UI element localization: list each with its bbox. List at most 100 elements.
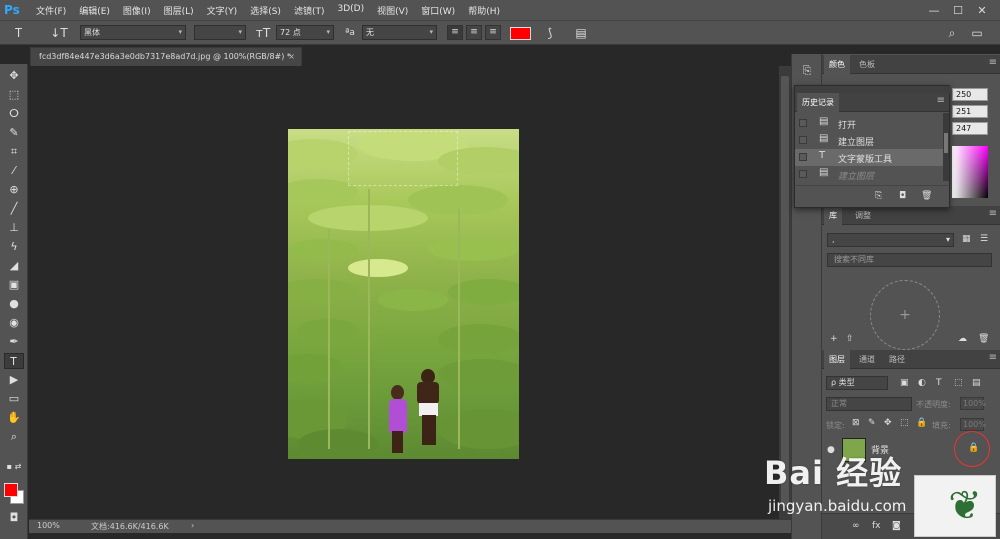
filter-pixel-icon[interactable]: ▣ <box>900 378 909 388</box>
menu-filter[interactable]: 滤镜(T) <box>294 4 325 17</box>
green-value-field[interactable]: 251 <box>952 105 988 118</box>
history-scrollbar[interactable] <box>943 113 949 181</box>
eraser-tool-icon[interactable]: ◢ <box>4 258 24 274</box>
history-item[interactable]: ▤ 建立图层 <box>795 132 943 149</box>
align-center-button[interactable]: ≡ <box>466 25 482 40</box>
filter-adjust-icon[interactable]: ◐ <box>918 378 926 388</box>
antialias-select[interactable]: 无 ▾ <box>362 25 437 40</box>
font-family-select[interactable]: 黑体 ▾ <box>80 25 186 40</box>
history-item[interactable]: ▤ 打开 <box>795 115 943 132</box>
close-window-button[interactable]: ✕ <box>970 4 994 17</box>
text-color-swatch[interactable] <box>510 27 531 40</box>
history-snapshot-checkbox[interactable] <box>799 119 807 127</box>
history-brush-tool-icon[interactable]: ϟ <box>4 239 24 255</box>
menu-layer[interactable]: 图层(L) <box>164 4 194 17</box>
path-selection-tool-icon[interactable]: ▶ <box>4 372 24 388</box>
grid-view-icon[interactable]: ▦ <box>962 234 971 244</box>
rectangle-tool-icon[interactable]: ▭ <box>4 391 24 407</box>
type-tool-preset-icon[interactable]: Ꭲ <box>10 25 28 41</box>
quick-select-tool-icon[interactable]: ✎ <box>4 125 24 141</box>
tab-layers[interactable]: 图层 <box>824 350 850 369</box>
filter-smart-icon[interactable]: ▤ <box>972 378 981 388</box>
history-panel-header[interactable] <box>795 86 951 93</box>
history-item-selected[interactable]: T 文字蒙版工具 <box>795 149 943 166</box>
blur-tool-icon[interactable]: ● <box>4 296 24 312</box>
tab-history[interactable]: 历史记录 <box>797 93 839 112</box>
character-panel-icon[interactable]: ▤ <box>572 25 590 41</box>
layer-filter-select[interactable]: ρ 类型 <box>826 376 888 390</box>
search-icon[interactable]: ⌕ <box>943 25 961 41</box>
tab-adjustments[interactable]: 调整 <box>850 206 876 225</box>
red-value-field[interactable]: 250 <box>952 88 988 101</box>
opacity-field[interactable]: 100% <box>960 397 986 410</box>
tab-swatches[interactable]: 色板 <box>854 55 880 74</box>
eyedropper-tool-icon[interactable]: ⁄ <box>4 163 24 179</box>
lock-artboard-icon[interactable]: ⬚ <box>900 418 909 428</box>
cloud-icon[interactable]: ☁ <box>958 334 967 344</box>
library-select[interactable]: , ▾ <box>827 233 954 247</box>
clone-stamp-tool-icon[interactable]: ⊥ <box>4 220 24 236</box>
brush-tool-icon[interactable]: ╱ <box>4 201 24 217</box>
list-view-icon[interactable]: ☰ <box>980 234 988 244</box>
tab-paths[interactable]: 路径 <box>884 350 910 369</box>
add-content-icon[interactable]: + <box>830 334 838 344</box>
library-search-input[interactable]: 搜索不同库 <box>827 253 992 267</box>
marquee-tool-icon[interactable]: ⬚ <box>4 87 24 103</box>
menu-select[interactable]: 选择(S) <box>250 4 281 17</box>
maximize-button[interactable]: ☐ <box>946 4 970 17</box>
tab-color[interactable]: 颜色 <box>824 55 850 74</box>
history-snapshot-checkbox[interactable] <box>799 136 807 144</box>
zoom-tool-icon[interactable]: ⌕ <box>4 429 24 445</box>
dodge-tool-icon[interactable]: ◉ <box>4 315 24 331</box>
font-size-select[interactable]: 72 点 ▾ <box>276 25 334 40</box>
menu-file[interactable]: 文件(F) <box>36 4 66 17</box>
menu-help[interactable]: 帮助(H) <box>468 4 500 17</box>
tab-channels[interactable]: 通道 <box>854 350 880 369</box>
healing-brush-tool-icon[interactable]: ⊕ <box>4 182 24 198</box>
panel-menu-icon[interactable]: ≡ <box>989 57 997 68</box>
delete-state-icon[interactable]: 🗑 <box>921 191 932 201</box>
document-image[interactable] <box>288 129 519 459</box>
library-add-icon[interactable]: + <box>870 280 940 350</box>
upload-icon[interactable]: ⇧ <box>846 334 854 344</box>
toggle-text-orientation-icon[interactable]: ↓T <box>50 25 68 41</box>
document-tab[interactable]: fcd3df84e447e3d6a3e0db7317e8ad7d.jpg @ 1… <box>30 47 302 66</box>
align-right-button[interactable]: ≡ <box>485 25 501 40</box>
workspace-icon[interactable]: ▭ <box>968 25 986 41</box>
hand-tool-icon[interactable]: ✋ <box>4 410 24 426</box>
crop-tool-icon[interactable]: ⌗ <box>4 144 24 160</box>
fill-field[interactable]: 100% <box>960 418 986 431</box>
foreground-color-swatch[interactable] <box>4 483 18 497</box>
blue-value-field[interactable]: 247 <box>952 122 988 135</box>
default-colors-icon[interactable]: ▪ ⇄ <box>4 461 24 473</box>
new-document-from-state-icon[interactable]: ⎘ <box>875 191 882 201</box>
history-snapshot-checkbox[interactable] <box>799 170 807 178</box>
lasso-tool-icon[interactable]: ⵔ <box>4 106 24 122</box>
history-item-undone[interactable]: ▤ 建立图层 <box>795 166 943 183</box>
lock-transparent-icon[interactable]: ⊠ <box>852 418 860 428</box>
minimize-button[interactable]: — <box>922 4 946 17</box>
menu-window[interactable]: 窗口(W) <box>421 4 455 17</box>
panel-menu-icon[interactable]: ≡ <box>937 95 945 106</box>
move-tool-icon[interactable]: ✥ <box>4 68 24 84</box>
status-arrow-icon[interactable]: › <box>191 521 194 530</box>
panel-menu-icon[interactable]: ≡ <box>989 208 997 219</box>
filter-type-icon[interactable]: T <box>936 378 942 388</box>
align-left-button[interactable]: ≡ <box>447 25 463 40</box>
type-mask-tool-icon[interactable]: Ꭲ <box>4 353 24 369</box>
history-panel-icon[interactable]: ⎘ <box>798 64 816 80</box>
tab-libraries[interactable]: 库 <box>824 206 842 225</box>
scrollbar-thumb[interactable] <box>944 133 948 153</box>
menu-type[interactable]: 文字(Y) <box>207 4 238 17</box>
pen-tool-icon[interactable]: ✒ <box>4 334 24 350</box>
menu-view[interactable]: 视图(V) <box>377 4 408 17</box>
menu-edit[interactable]: 编辑(E) <box>79 4 110 17</box>
gradient-tool-icon[interactable]: ▣ <box>4 277 24 293</box>
lock-position-icon[interactable]: ✥ <box>884 418 892 428</box>
lock-all-icon[interactable]: 🔒 <box>916 418 927 428</box>
history-snapshot-checkbox[interactable] <box>799 153 807 161</box>
camera-snapshot-icon[interactable]: ◘ <box>899 191 906 201</box>
filter-shape-icon[interactable]: ⬚ <box>954 378 963 388</box>
blend-mode-select[interactable]: 正常 <box>826 397 912 411</box>
color-spectrum[interactable] <box>952 146 988 198</box>
